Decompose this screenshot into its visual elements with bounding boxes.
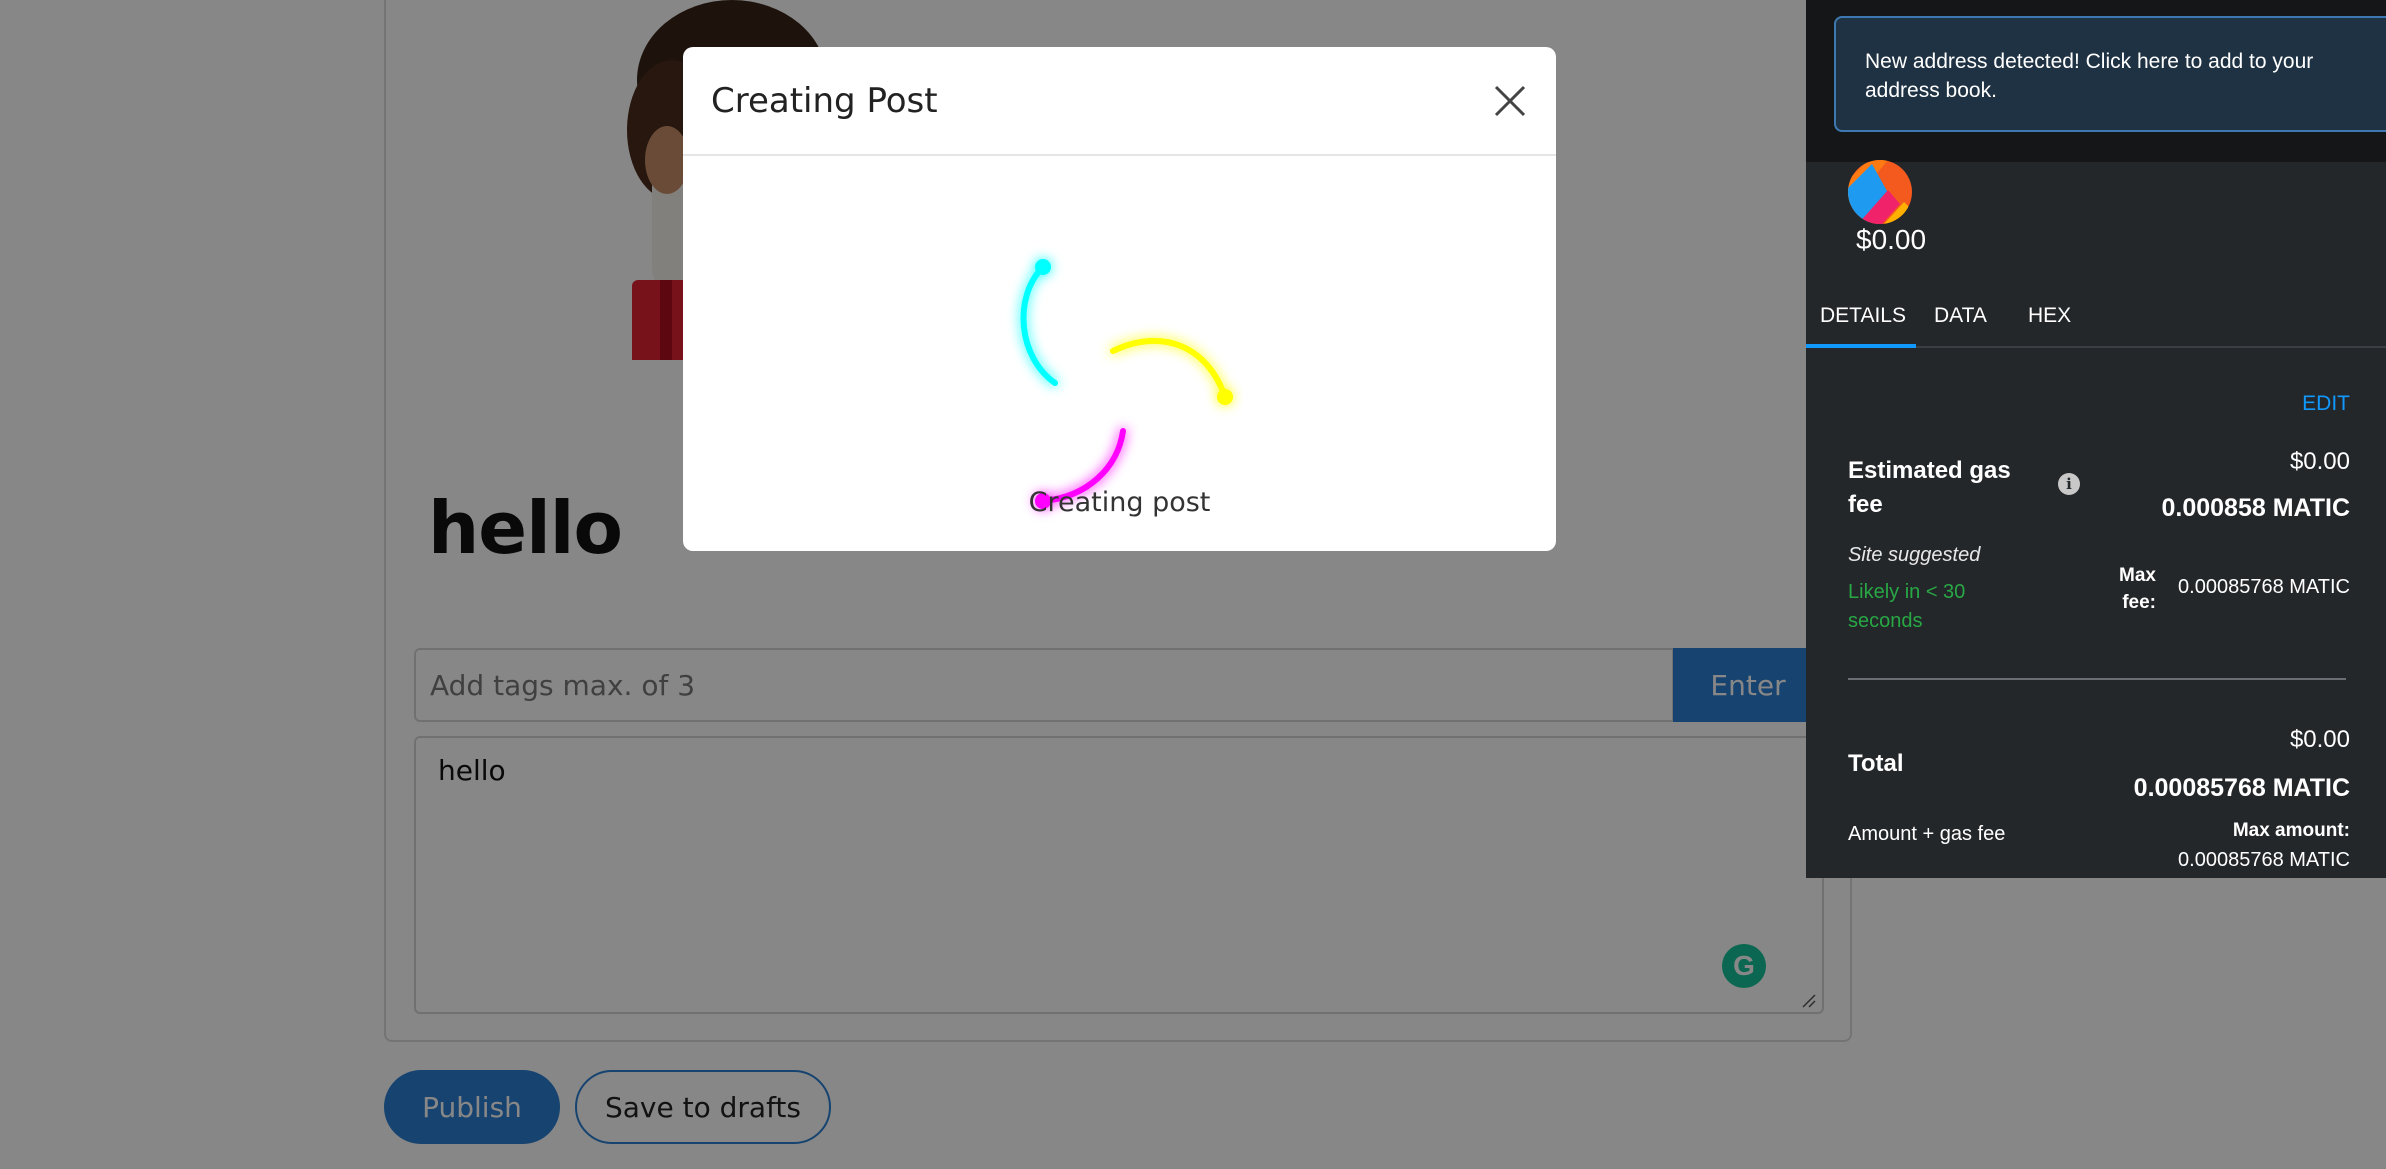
loading-spinner-icon xyxy=(1020,259,1233,509)
max-amount-value: 0.00085768 MATIC xyxy=(2178,849,2350,871)
spinner-dot-cyan xyxy=(1035,259,1051,275)
divider xyxy=(1848,678,2346,680)
spinner-arc-cyan xyxy=(1020,264,1058,386)
tab-data[interactable]: DATA xyxy=(1934,304,1987,328)
gas-fee-matic: 0.000858 MATIC xyxy=(2161,494,2350,522)
wallet-tabs: DETAILS DATA HEX xyxy=(1806,288,2386,348)
tab-details[interactable]: DETAILS xyxy=(1820,304,1906,328)
gas-fee-usd: $0.00 xyxy=(2289,448,2350,475)
modal-title: Creating Post xyxy=(711,81,938,121)
tab-hex[interactable]: HEX xyxy=(2028,304,2071,328)
spinner-arc-yellow xyxy=(1110,337,1228,400)
max-fee-label: Max fee: xyxy=(2119,565,2156,613)
edit-gas-link[interactable]: EDIT xyxy=(2302,392,2350,416)
new-address-notice[interactable]: New address detected! Click here to add … xyxy=(1834,16,2386,132)
modal-status-text: Creating post xyxy=(1028,487,1211,518)
gas-speed-estimate: Likely in < 30 seconds xyxy=(1848,581,1966,632)
total-usd: $0.00 xyxy=(2289,726,2350,753)
total-label: Total xyxy=(1848,750,1904,777)
amount-plus-gas-label: Amount + gas fee xyxy=(1848,823,2006,845)
site-suggested-label: Site suggested xyxy=(1848,544,1981,566)
wallet-balance: $0.00 xyxy=(1856,224,1927,255)
spinner-dot-yellow xyxy=(1217,389,1233,405)
active-tab-indicator xyxy=(1806,344,1916,348)
info-icon[interactable]: i xyxy=(2058,473,2080,495)
account-avatar-icon xyxy=(1848,160,1912,224)
modal-header: Creating Post xyxy=(683,47,1556,156)
wallet-confirmation-panel: New address detected! Click here to add … xyxy=(1806,0,2386,878)
max-amount-label: Max amount: xyxy=(2232,820,2350,841)
total-matic: 0.00085768 MATIC xyxy=(2133,774,2350,802)
close-icon[interactable] xyxy=(1490,81,1530,121)
max-fee-value: 0.00085768 MATIC xyxy=(2178,576,2350,598)
creating-post-modal: Creating Post Creating post xyxy=(683,47,1556,551)
estimated-gas-label: Estimated gas fee xyxy=(1848,457,2011,518)
